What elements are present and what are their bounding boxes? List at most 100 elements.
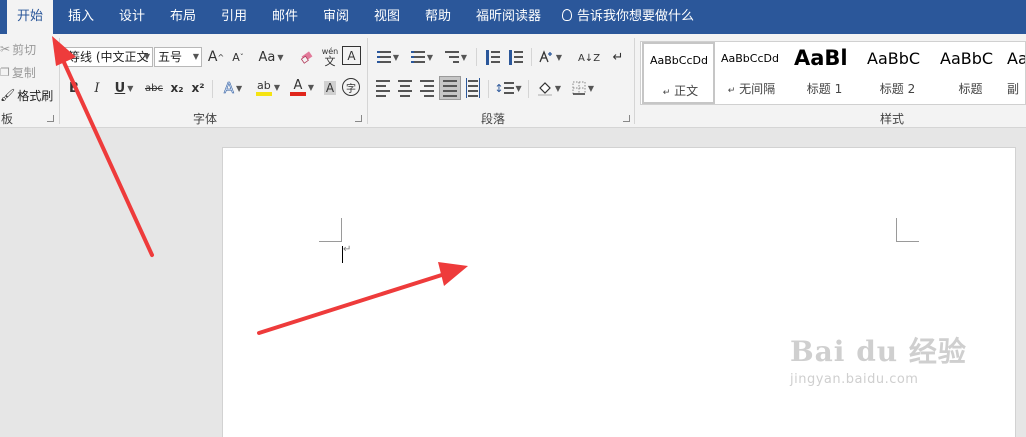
phonetic-guide-button[interactable]: wén 文 (320, 44, 340, 70)
tab-foxit-reader[interactable]: 福昕阅读器 (466, 0, 551, 34)
character-border-button[interactable]: A (342, 46, 361, 65)
sort-button[interactable]: A↓Z (578, 46, 600, 70)
align-left-button[interactable] (373, 77, 393, 99)
chevron-down-icon: ▼ (277, 52, 284, 62)
styles-gallery: AaBbCcDd ↵ 正文 AaBbCcDd ↵ 无间隔 AaBl 标题 1 A… (640, 41, 1026, 105)
tab-home[interactable]: 开始 (7, 0, 54, 34)
paragraph-mark-icon: ↵ (727, 86, 736, 96)
clear-formatting-button[interactable] (298, 46, 318, 68)
paragraph-group-label: 段落 (481, 112, 506, 126)
underline-button[interactable]: U ▼ (110, 77, 138, 99)
style-name: 标题 2 (879, 82, 916, 96)
enclose-characters-button[interactable]: 字 (342, 78, 360, 96)
document-canvas[interactable]: ↵ (0, 129, 1026, 437)
lightbulb-icon (562, 9, 572, 21)
tab-insert[interactable]: 插入 (58, 0, 104, 34)
format-painter-button[interactable]: 🖌 格式刷 (0, 86, 53, 104)
strikethrough-button[interactable]: abc (142, 77, 166, 99)
shrink-font-button[interactable]: Aˇ (228, 46, 248, 68)
tab-design[interactable]: 设计 (109, 0, 155, 34)
tab-review[interactable]: 审阅 (313, 0, 359, 34)
document-page[interactable]: ↵ (222, 147, 1016, 437)
cut-button[interactable]: ✂ 剪切 (0, 40, 36, 58)
font-name-dropdown[interactable]: 等线 (中文正文 ▼ (64, 47, 153, 67)
caret-up-icon: ^ (217, 52, 225, 62)
eraser-icon (300, 51, 313, 64)
superscript-button[interactable]: x² (188, 77, 208, 99)
subscript-button[interactable]: x₂ (167, 77, 187, 99)
align-right-icon (420, 78, 434, 98)
caret-down-icon: ˇ (239, 52, 244, 62)
bold-button[interactable]: B (64, 77, 84, 99)
borders-icon (572, 81, 586, 95)
character-shading-button[interactable]: A (320, 77, 340, 99)
font-dialog-launcher-icon[interactable] (355, 115, 362, 122)
font-color-swatch (289, 91, 306, 96)
style-normal[interactable]: AaBbCcDd ↵ 正文 (642, 42, 715, 104)
paragraph-dialog-launcher-icon[interactable] (623, 115, 630, 122)
watermark-url: jingyan.baidu.com (790, 372, 919, 387)
chevron-down-icon: ▼ (236, 83, 243, 93)
tab-mailings[interactable]: 邮件 (262, 0, 308, 34)
cut-label: 剪切 (12, 42, 37, 57)
ribbon-panel: ✂ 剪切 ❐ 复制 🖌 格式刷 板 等线 (中文正文 ▼ 五号 ▼ A ^ Aˇ … (0, 34, 1026, 128)
clipboard-group-label: 板 (1, 112, 14, 126)
style-no-spacing[interactable]: AaBbCcDd ↵ 无间隔 (715, 42, 788, 104)
style-heading-2[interactable]: AaBbC 标题 2 (861, 42, 934, 104)
font-size-dropdown[interactable]: 五号 ▼ (154, 47, 202, 67)
chevron-down-icon: ▼ (127, 83, 134, 93)
decrease-indent-button[interactable] (482, 46, 504, 68)
shading-button[interactable]: ▼ (534, 77, 564, 99)
grow-font-button[interactable]: A ^ (206, 46, 226, 68)
copy-button[interactable]: ❐ 复制 (0, 63, 36, 81)
tab-view[interactable]: 视图 (364, 0, 410, 34)
highlight-icon-label: ab (257, 78, 271, 92)
sort-icon: A↓Z (577, 52, 601, 64)
clipboard-dialog-launcher-icon[interactable] (47, 115, 54, 122)
tell-me-search[interactable]: 告诉我你想要做什么 (562, 0, 694, 34)
justify-icon (443, 78, 457, 98)
bullet-list-icon (376, 50, 391, 65)
justify-button[interactable] (439, 76, 461, 100)
font-group-label: 字体 (193, 112, 218, 126)
increase-indent-button[interactable] (505, 46, 527, 68)
numbering-button[interactable]: ▼ (407, 46, 437, 68)
multilevel-list-button[interactable]: ▼ (441, 46, 471, 68)
chevron-down-icon: ▼ (587, 83, 595, 93)
tab-help[interactable]: 帮助 (415, 0, 461, 34)
borders-button[interactable]: ▼ (568, 77, 598, 99)
style-subtitle[interactable]: Aa 副 (1007, 42, 1025, 104)
align-right-button[interactable] (417, 77, 437, 99)
text-effects-button[interactable]: A ▼ (218, 77, 248, 99)
style-preview: AaBl (794, 46, 848, 70)
character-border-icon: A (347, 48, 356, 63)
highlighter-icon: ab (255, 78, 272, 96)
chevron-down-icon: ▼ (515, 83, 522, 93)
chevron-down-icon: ▼ (273, 82, 281, 92)
chevron-down-icon: ▼ (554, 83, 562, 93)
paint-bucket-icon (537, 82, 552, 96)
chinese-layout-button[interactable]: ▼ (535, 46, 565, 68)
style-heading-1[interactable]: AaBl 标题 1 (788, 42, 861, 104)
paragraph-mark-icon: ↵ (662, 88, 671, 98)
distributed-button[interactable] (463, 77, 483, 99)
style-title[interactable]: AaBbC 标题 (934, 42, 1007, 104)
divider (488, 80, 489, 98)
format-painter-label: 格式刷 (17, 88, 54, 103)
align-center-button[interactable] (395, 77, 415, 99)
tab-references[interactable]: 引用 (211, 0, 257, 34)
change-case-button[interactable]: Aa ▼ (256, 46, 286, 68)
distributed-icon (466, 78, 480, 98)
highlight-color-button[interactable]: ab ▼ (252, 74, 284, 100)
font-color-icon: A (289, 79, 306, 96)
tab-layout[interactable]: 布局 (160, 0, 206, 34)
pilcrow-icon: ↵ (612, 49, 624, 65)
italic-icon: I (94, 80, 100, 96)
line-spacing-button[interactable]: ↕ ▼ (493, 77, 523, 99)
bullets-button[interactable]: ▼ (373, 46, 403, 68)
italic-button[interactable]: I (87, 77, 107, 99)
show-marks-button[interactable]: ↵ (608, 46, 628, 68)
crop-mark-top-right (896, 241, 919, 242)
watermark-logo: Bai du 经验 (790, 335, 967, 368)
font-color-button[interactable]: A ▼ (286, 74, 318, 100)
